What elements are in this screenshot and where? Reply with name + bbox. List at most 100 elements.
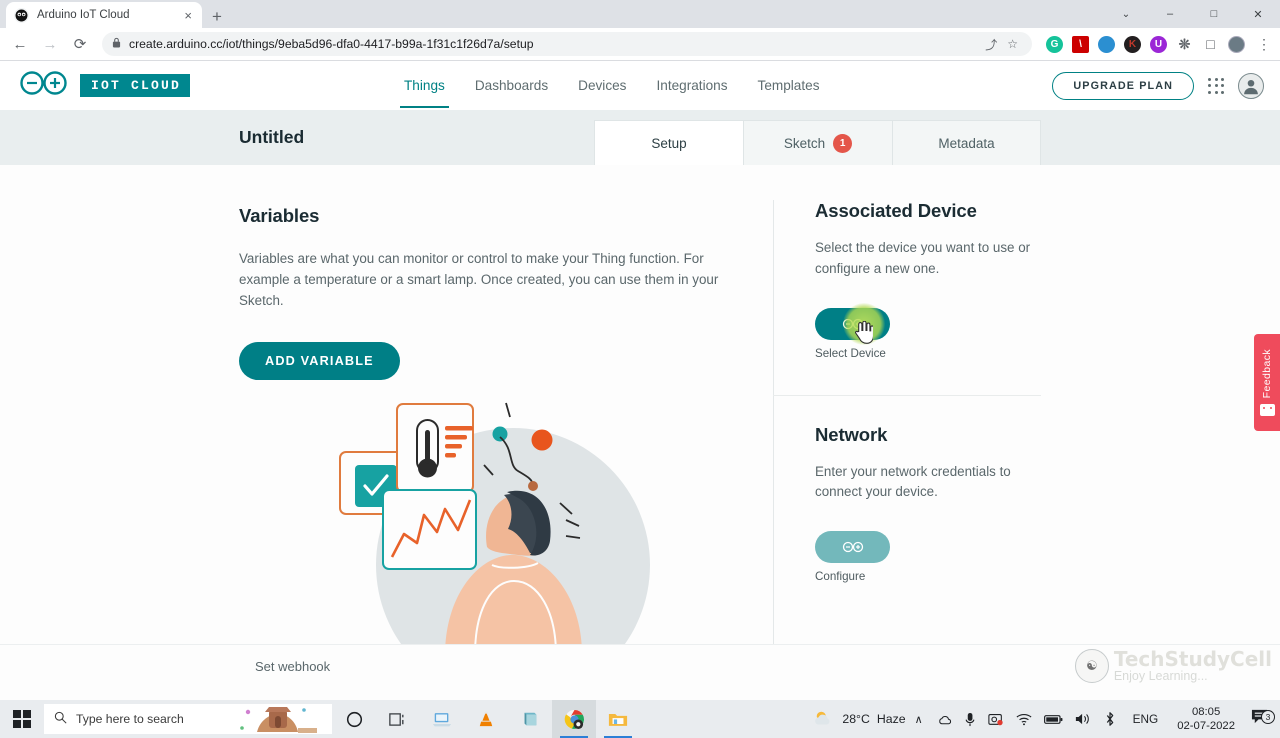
camera-icon[interactable] xyxy=(982,712,1010,726)
network-title: Network xyxy=(815,424,1041,446)
main-navigation: Things Dashboards Devices Integrations T… xyxy=(404,63,820,108)
nav-item-dashboards[interactable]: Dashboards xyxy=(475,63,548,108)
tab-setup[interactable]: Setup xyxy=(594,120,743,165)
tray-expand-icon[interactable]: ∧ xyxy=(906,713,932,726)
search-placeholder: Type here to search xyxy=(76,712,184,726)
watermark-sub: Enjoy Learning... xyxy=(1114,670,1272,683)
nav-item-integrations[interactable]: Integrations xyxy=(656,63,727,108)
associated-device-title: Associated Device xyxy=(815,200,1041,222)
flash-extension-icon[interactable]: \ xyxy=(1072,36,1089,53)
weather-widget[interactable]: 28°C Haze xyxy=(805,709,905,729)
select-device-button[interactable] xyxy=(815,308,890,340)
language-indicator[interactable]: ENG xyxy=(1123,712,1169,726)
close-tab-icon[interactable]: × xyxy=(182,9,194,22)
k-extension-icon[interactable]: K xyxy=(1124,36,1141,53)
new-tab-button[interactable]: + xyxy=(212,8,222,25)
lock-icon xyxy=(112,37,121,51)
cortana-icon[interactable] xyxy=(332,700,376,738)
onedrive-icon[interactable] xyxy=(932,712,958,726)
nav-item-devices[interactable]: Devices xyxy=(578,63,626,108)
smiley-face-icon xyxy=(1260,404,1275,416)
address-bar[interactable]: create.arduino.cc/iot/things/9eba5d96-df… xyxy=(102,32,1032,56)
u-extension-icon[interactable]: U xyxy=(1150,36,1167,53)
clock-time: 08:05 xyxy=(1177,705,1235,719)
back-icon[interactable]: ← xyxy=(6,30,34,58)
wifi-icon[interactable] xyxy=(1010,713,1038,726)
configure-network-button[interactable] xyxy=(815,531,890,563)
brand[interactable]: IOT CLOUD xyxy=(18,70,190,101)
side-panel-icon[interactable]: □ xyxy=(1202,36,1219,53)
microphone-icon[interactable] xyxy=(958,712,982,727)
user-avatar-icon[interactable] xyxy=(1238,73,1264,99)
bookmark-star-icon[interactable]: ☆ xyxy=(1007,37,1018,51)
feedback-label: Feedback xyxy=(1261,349,1273,398)
sun-cloud-icon xyxy=(813,709,835,729)
windows-start-icon[interactable] xyxy=(0,700,44,738)
variables-description: Variables are what you can monitor or co… xyxy=(239,249,749,311)
taskbar-pinned-items xyxy=(332,700,640,738)
clock-widget[interactable]: 08:05 02-07-2022 xyxy=(1168,705,1244,733)
vlc-icon[interactable] xyxy=(464,700,508,738)
window-controls: ⌄ – □ ✕ xyxy=(1104,0,1280,28)
search-decoration-icon xyxy=(212,704,332,734)
feedback-tab[interactable]: Feedback xyxy=(1254,334,1280,431)
browser-tab-title: Arduino IoT Cloud xyxy=(37,9,174,21)
configure-label: Configure xyxy=(815,570,915,583)
right-column: Associated Device Select the device you … xyxy=(773,200,1041,650)
watermark-logo-icon: ☯ xyxy=(1075,649,1109,683)
globe-extension-icon[interactable] xyxy=(1098,36,1115,53)
system-tray: 28°C Haze ∧ ENG 08:05 02-07-2022 xyxy=(805,700,1280,738)
upgrade-plan-button[interactable]: UPGRADE PLAN xyxy=(1052,72,1194,100)
windows-taskbar: Type here to search xyxy=(0,700,1280,738)
url-text: create.arduino.cc/iot/things/9eba5d96-df… xyxy=(129,37,977,51)
remote-desktop-icon[interactable] xyxy=(420,700,464,738)
close-window-icon[interactable]: ✕ xyxy=(1236,0,1280,28)
nav-item-things[interactable]: Things xyxy=(404,63,445,108)
browser-profile-avatar[interactable] xyxy=(1228,36,1245,53)
nav-item-templates[interactable]: Templates xyxy=(758,63,820,108)
iot-illustration xyxy=(332,397,672,655)
notebook-icon[interactable] xyxy=(508,700,552,738)
bluetooth-icon[interactable] xyxy=(1097,711,1123,727)
share-icon[interactable]: ⤴ xyxy=(985,36,997,53)
file-explorer-icon[interactable] xyxy=(596,700,640,738)
reload-icon[interactable]: ⟳ xyxy=(66,30,94,58)
battery-icon[interactable] xyxy=(1038,714,1069,725)
browser-tab[interactable]: Arduino IoT Cloud × xyxy=(6,2,202,28)
arduino-infinity-logo-icon xyxy=(18,70,70,101)
magnifier-icon xyxy=(54,711,67,727)
select-device-block: Select Device xyxy=(815,308,915,360)
taskbar-search-input[interactable]: Type here to search xyxy=(44,704,332,734)
maximize-icon[interactable]: □ xyxy=(1192,0,1236,28)
tab-search-icon[interactable]: ⌄ xyxy=(1104,0,1148,28)
variables-section: Variables Variables are what you can mon… xyxy=(239,165,749,380)
arduino-infinity-icon xyxy=(842,541,864,553)
chrome-menu-icon[interactable]: ⋮ xyxy=(1254,36,1274,53)
arduino-favicon-icon xyxy=(14,8,29,23)
chrome-icon[interactable] xyxy=(552,700,596,738)
minimize-icon[interactable]: – xyxy=(1148,0,1192,28)
thing-title: Untitled xyxy=(239,110,304,165)
omnibox-actions: ⤴ ☆ xyxy=(985,36,1022,53)
weather-condition: Haze xyxy=(877,712,906,726)
tab-setup-label: Setup xyxy=(651,136,686,151)
forward-icon[interactable]: → xyxy=(36,30,64,58)
weather-temp: 28°C xyxy=(842,712,869,726)
extension-icons: G \ K U ❊ □ ⋮ xyxy=(1040,36,1274,53)
add-variable-button[interactable]: ADD VARIABLE xyxy=(239,342,400,380)
app-header: IOT CLOUD Things Dashboards Devices Inte… xyxy=(0,61,1280,110)
watermark-text: TechStudyCell Enjoy Learning... xyxy=(1114,649,1272,683)
tab-metadata[interactable]: Metadata xyxy=(892,120,1041,165)
set-webhook-link[interactable]: Set webhook xyxy=(255,659,330,674)
task-view-icon[interactable] xyxy=(376,700,420,738)
volume-icon[interactable] xyxy=(1069,712,1097,726)
watermark-main: TechStudyCell xyxy=(1114,649,1272,670)
mouse-cursor-hand-icon xyxy=(855,321,873,344)
associated-device-description: Select the device you want to use or con… xyxy=(815,238,1041,280)
apps-grid-icon[interactable] xyxy=(1208,78,1224,94)
grammarly-extension-icon[interactable]: G xyxy=(1046,36,1063,53)
action-center-icon[interactable]: 3 xyxy=(1244,708,1280,730)
puzzle-extension-icon[interactable]: ❊ xyxy=(1176,36,1193,53)
notification-count: 3 xyxy=(1261,710,1275,724)
tab-sketch[interactable]: Sketch 1 xyxy=(743,120,892,165)
